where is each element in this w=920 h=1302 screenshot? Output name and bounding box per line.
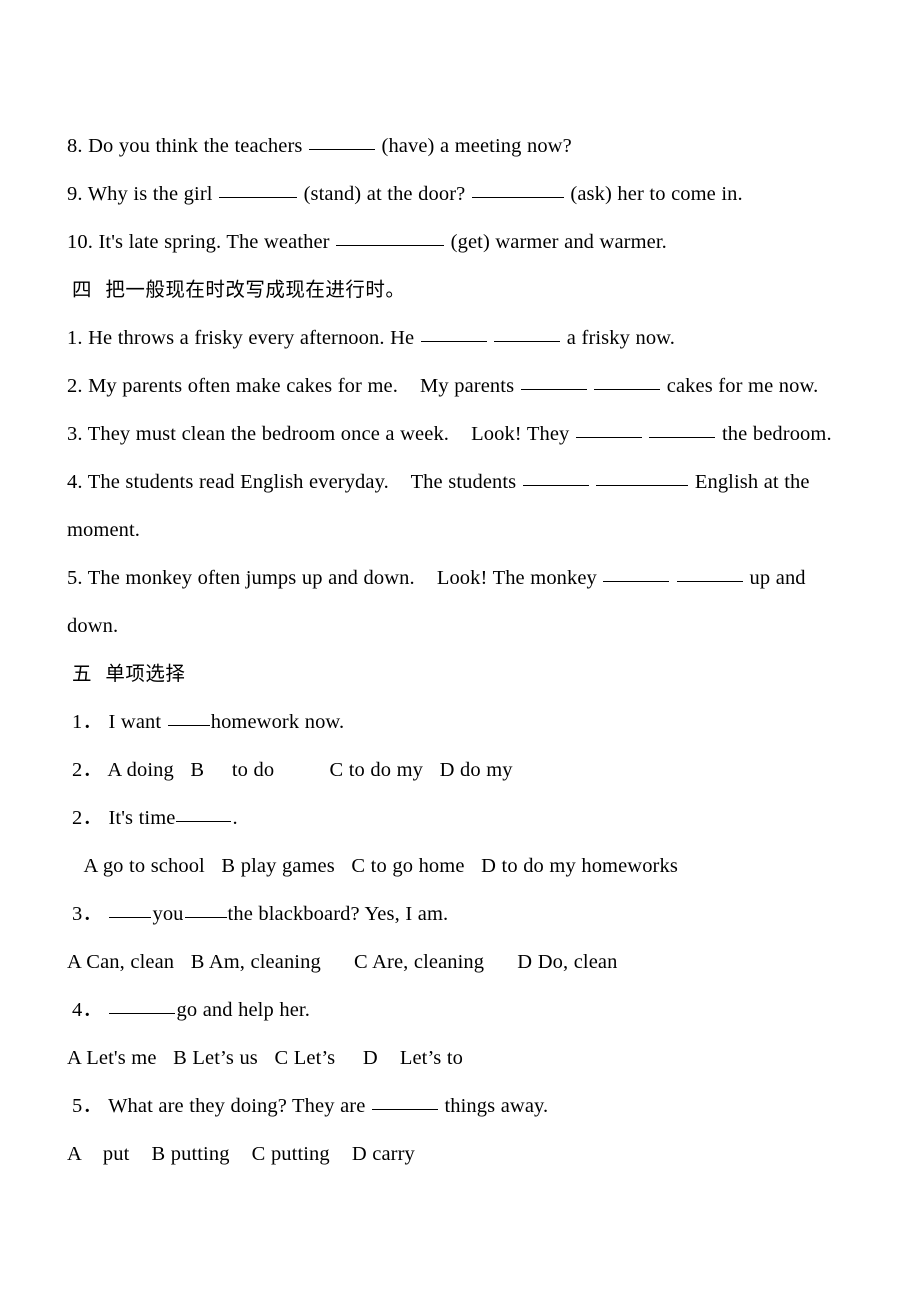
item-stem-after: .: [232, 807, 238, 829]
answer-blank[interactable]: [649, 423, 716, 438]
section-five-item-2-choices[interactable]: A go to school B play games C to go home…: [67, 842, 857, 890]
section-five-item-2: 2． It's time.: [67, 794, 857, 842]
item-number: 4．: [72, 999, 103, 1021]
worksheet-page: 8. Do you think the teachers (have) a me…: [0, 0, 920, 1302]
section-five-heading: 五 单项选择: [72, 662, 186, 685]
item-tail: the bedroom.: [722, 423, 832, 445]
item-number: 2．: [72, 807, 103, 829]
item-stem: He throws a frisky every afternoon. He: [88, 327, 415, 349]
answer-blank[interactable]: [522, 471, 589, 486]
answer-blank[interactable]: [176, 807, 232, 822]
section-four-heading: 四 把一般现在时改写成现在进行时。: [72, 278, 406, 301]
answer-blank[interactable]: [167, 711, 210, 726]
question-8-stem: Do you think the teachers: [88, 135, 303, 157]
item-number: 4.: [67, 471, 83, 493]
item-number: 1.: [67, 327, 83, 349]
question-8-number: 8.: [67, 135, 83, 157]
answer-blank[interactable]: [109, 999, 176, 1014]
answer-blank[interactable]: [575, 423, 642, 438]
item-stem: What are they doing? They are: [108, 1095, 366, 1117]
item-number: 5.: [67, 567, 83, 589]
section-four-item-5-wrap: down.: [67, 615, 119, 637]
item-stem: They must clean the bedroom once a week.…: [87, 423, 570, 445]
section-five-item-4-choices[interactable]: A Let's me B Let’s us C Let’s D Let’s to: [67, 1034, 857, 1082]
question-10: 10. It's late spring. The weather (get) …: [67, 218, 857, 266]
answer-blank[interactable]: [520, 375, 587, 390]
question-9: 9. Why is the girl (stand) at the door? …: [67, 170, 857, 218]
question-8-cue: (have) a meeting now?: [381, 135, 572, 157]
question-10-cue: (get) warmer and warmer.: [450, 231, 667, 253]
question-9-cue-mid: (stand) at the door?: [303, 183, 466, 205]
question-9-number: 9.: [67, 183, 83, 205]
section-five-item-3: 3． you the blackboard? Yes, I am.: [67, 890, 857, 938]
answer-blank[interactable]: [596, 471, 689, 486]
section-five-item-3-choices[interactable]: A Can, clean B Am, cleaning C Are, clean…: [67, 938, 857, 986]
document-body: 8. Do you think the teachers (have) a me…: [67, 122, 857, 1178]
answer-blank[interactable]: [420, 327, 487, 342]
question-10-stem: It's late spring. The weather: [98, 231, 330, 253]
answer-blank[interactable]: [109, 903, 152, 918]
item-stem: It's time: [108, 807, 176, 829]
section-four-item-1: 1. He throws a frisky every afternoon. H…: [67, 314, 857, 362]
item-stem: My parents often make cakes for me. My p…: [88, 375, 515, 397]
item-number: 1．: [72, 711, 103, 733]
item-stem-after: homework now.: [210, 711, 345, 733]
item-stem-after: things away.: [444, 1095, 549, 1117]
answer-blank[interactable]: [676, 567, 743, 582]
item-number: 5．: [72, 1095, 103, 1117]
item-number: 3.: [67, 423, 83, 445]
section-five-item-5-choices[interactable]: A put B putting C putting D carry: [67, 1130, 857, 1178]
item-number: 3．: [72, 903, 103, 925]
item-number: 2.: [67, 375, 83, 397]
item-stem: The students read English everyday. The …: [87, 471, 517, 493]
choice-list[interactable]: A doing B to do C to do my D do my: [107, 759, 512, 781]
section-four-item-4: 4. The students read English everyday. T…: [67, 458, 857, 506]
answer-blank[interactable]: [219, 183, 298, 198]
section-five-item-1-choices: 2． A doing B to do C to do my D do my: [67, 746, 857, 794]
item-tail: cakes for me now.: [666, 375, 819, 397]
section-five-item-1: 1． I want homework now.: [67, 698, 857, 746]
section-four-item-5: 5. The monkey often jumps up and down. L…: [67, 554, 857, 602]
item-stem-after: go and help her.: [176, 999, 310, 1021]
answer-blank[interactable]: [371, 1095, 438, 1110]
answer-blank[interactable]: [184, 903, 227, 918]
question-10-number: 10.: [67, 231, 93, 253]
section-five-item-4: 4． go and help her.: [67, 986, 857, 1034]
answer-blank[interactable]: [308, 135, 375, 150]
item-number: 2．: [72, 759, 103, 781]
section-four-item-2: 2. My parents often make cakes for me. M…: [67, 362, 857, 410]
section-four-item-3: 3. They must clean the bedroom once a we…: [67, 410, 857, 458]
item-stem-after: the blackboard? Yes, I am.: [227, 903, 449, 925]
answer-blank[interactable]: [603, 567, 670, 582]
item-stem: The monkey often jumps up and down. Look…: [87, 567, 597, 589]
question-9-cue-after: (ask) her to come in.: [570, 183, 743, 205]
item-tail: a frisky now.: [566, 327, 675, 349]
item-stem: I want: [108, 711, 162, 733]
section-four-item-4-wrap: moment.: [67, 519, 141, 541]
item-tail: up and: [749, 567, 806, 589]
answer-blank[interactable]: [594, 375, 661, 390]
answer-blank[interactable]: [336, 231, 445, 246]
item-stem-mid: you: [152, 903, 184, 925]
question-9-stem: Why is the girl: [87, 183, 213, 205]
answer-blank[interactable]: [494, 327, 561, 342]
answer-blank[interactable]: [471, 183, 564, 198]
item-tail: English at the: [694, 471, 810, 493]
question-8: 8. Do you think the teachers (have) a me…: [67, 122, 857, 170]
section-five-item-5: 5． What are they doing? They are things …: [67, 1082, 857, 1130]
